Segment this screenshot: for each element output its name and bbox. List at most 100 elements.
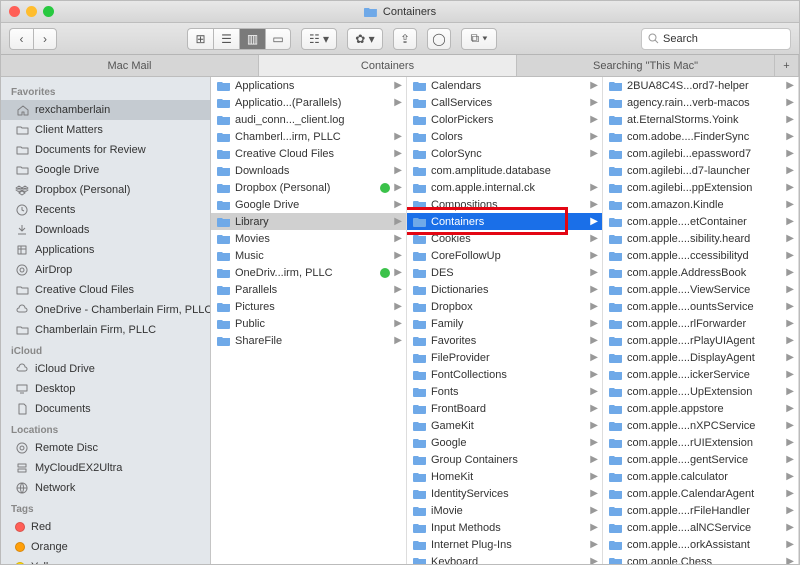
list-item[interactable]: Chamberl...irm, PLLC▶ — [211, 128, 406, 145]
column[interactable]: 2BUA8C4S...ord7-helper▶agency.rain...ver… — [603, 77, 799, 564]
sidebar-item[interactable]: iCloud Drive — [1, 359, 210, 379]
forward-button[interactable]: › — [33, 28, 57, 50]
sidebar-item[interactable]: Applications — [1, 240, 210, 260]
share-button[interactable]: ⇪ — [393, 28, 417, 50]
list-item[interactable]: com.apple....rFileHandler▶ — [603, 502, 798, 519]
list-item[interactable]: Music▶ — [211, 247, 406, 264]
tab[interactable]: Mac Mail — [1, 55, 259, 76]
sidebar-item[interactable]: Yellow — [1, 557, 210, 564]
column-view-button[interactable]: ▥ — [239, 28, 265, 50]
minimize-button[interactable] — [26, 6, 37, 17]
list-item[interactable]: Keyboard▶ — [407, 553, 602, 564]
list-item[interactable]: com.apple....nXPCService▶ — [603, 417, 798, 434]
list-item[interactable]: Dictionaries▶ — [407, 281, 602, 298]
list-item[interactable]: FontCollections▶ — [407, 366, 602, 383]
sidebar-item[interactable]: Client Matters — [1, 120, 210, 140]
list-item[interactable]: com.amazon.Kindle▶ — [603, 196, 798, 213]
list-item[interactable]: com.apple....rPlayUIAgent▶ — [603, 332, 798, 349]
list-item[interactable]: Applications▶ — [211, 77, 406, 94]
list-item[interactable]: CallServices▶ — [407, 94, 602, 111]
action-button[interactable]: ✿ ▾ — [347, 28, 383, 50]
list-item[interactable]: Compositions▶ — [407, 196, 602, 213]
list-item[interactable]: Cookies▶ — [407, 230, 602, 247]
sidebar-item[interactable]: Google Drive — [1, 160, 210, 180]
list-item[interactable]: OneDriv...irm, PLLC▶ — [211, 264, 406, 281]
sidebar-item[interactable]: Documents — [1, 399, 210, 419]
list-item[interactable]: com.apple....rlForwarder▶ — [603, 315, 798, 332]
list-item[interactable]: Creative Cloud Files▶ — [211, 145, 406, 162]
list-item[interactable]: com.apple.calculator▶ — [603, 468, 798, 485]
list-view-button[interactable]: ☰ — [213, 28, 239, 50]
tab[interactable]: Searching "This Mac" — [517, 55, 775, 76]
dropbox-button[interactable]: ⧉ ▾ — [461, 28, 497, 50]
list-item[interactable]: Pictures▶ — [211, 298, 406, 315]
list-item[interactable]: Containers▶ — [407, 213, 602, 230]
tags-button[interactable]: ◯ — [427, 28, 451, 50]
list-item[interactable]: Google Drive▶ — [211, 196, 406, 213]
list-item[interactable]: com.apple....gentService▶ — [603, 451, 798, 468]
list-item[interactable]: DES▶ — [407, 264, 602, 281]
list-item[interactable]: com.apple....orkAssistant▶ — [603, 536, 798, 553]
search-field[interactable]: Search — [641, 28, 791, 50]
list-item[interactable]: com.amplitude.database — [407, 162, 602, 179]
list-item[interactable]: HomeKit▶ — [407, 468, 602, 485]
sidebar-item[interactable]: Red — [1, 517, 210, 537]
list-item[interactable]: Library▶ — [211, 213, 406, 230]
sidebar-item[interactable]: MyCloudEX2Ultra — [1, 458, 210, 478]
list-item[interactable]: com.apple....ickerService▶ — [603, 366, 798, 383]
new-tab-button[interactable]: + — [775, 55, 799, 76]
list-item[interactable]: Favorites▶ — [407, 332, 602, 349]
list-item[interactable]: CoreFollowUp▶ — [407, 247, 602, 264]
list-item[interactable]: 2BUA8C4S...ord7-helper▶ — [603, 77, 798, 94]
column[interactable]: Applications▶Applicatio...(Parallels)▶au… — [211, 77, 407, 564]
sidebar-item[interactable]: Chamberlain Firm, PLLC — [1, 320, 210, 340]
list-item[interactable]: Movies▶ — [211, 230, 406, 247]
list-item[interactable]: FrontBoard▶ — [407, 400, 602, 417]
list-item[interactable]: com.apple....DisplayAgent▶ — [603, 349, 798, 366]
list-item[interactable]: Colors▶ — [407, 128, 602, 145]
list-item[interactable]: com.apple.appstore▶ — [603, 400, 798, 417]
sidebar-item[interactable]: Recents — [1, 200, 210, 220]
sidebar-item[interactable]: Network — [1, 478, 210, 498]
back-button[interactable]: ‹ — [9, 28, 33, 50]
list-item[interactable]: at.EternalStorms.Yoink▶ — [603, 111, 798, 128]
list-item[interactable]: com.apple.internal.ck▶ — [407, 179, 602, 196]
list-item[interactable]: Calendars▶ — [407, 77, 602, 94]
sidebar-item[interactable]: Remote Disc — [1, 438, 210, 458]
icon-view-button[interactable]: ⊞ — [187, 28, 213, 50]
sidebar-item[interactable]: AirDrop — [1, 260, 210, 280]
sidebar-item[interactable]: Downloads — [1, 220, 210, 240]
arrange-button[interactable]: ☷ ▾ — [301, 28, 337, 50]
list-item[interactable]: audi_conn..._client.log — [211, 111, 406, 128]
list-item[interactable]: com.agilebi...ppExtension▶ — [603, 179, 798, 196]
list-item[interactable]: FileProvider▶ — [407, 349, 602, 366]
sidebar-item[interactable]: rexchamberlain — [1, 100, 210, 120]
list-item[interactable]: com.apple....ccessibilityd▶ — [603, 247, 798, 264]
sidebar-item[interactable]: Orange — [1, 537, 210, 557]
list-item[interactable]: Public▶ — [211, 315, 406, 332]
list-item[interactable]: ColorPickers▶ — [407, 111, 602, 128]
list-item[interactable]: Internet Plug-Ins▶ — [407, 536, 602, 553]
list-item[interactable]: com.apple....ViewService▶ — [603, 281, 798, 298]
close-button[interactable] — [9, 6, 20, 17]
list-item[interactable]: com.apple....alNCService▶ — [603, 519, 798, 536]
list-item[interactable]: ShareFile▶ — [211, 332, 406, 349]
list-item[interactable]: com.apple.CalendarAgent▶ — [603, 485, 798, 502]
sidebar-item[interactable]: Documents for Review — [1, 140, 210, 160]
list-item[interactable]: Applicatio...(Parallels)▶ — [211, 94, 406, 111]
list-item[interactable]: com.apple.AddressBook▶ — [603, 264, 798, 281]
sidebar-item[interactable]: OneDrive - Chamberlain Firm, PLLC — [1, 300, 210, 320]
list-item[interactable]: Downloads▶ — [211, 162, 406, 179]
sidebar-item[interactable]: Dropbox (Personal) — [1, 180, 210, 200]
tab[interactable]: Containers — [259, 55, 517, 76]
list-item[interactable]: Input Methods▶ — [407, 519, 602, 536]
list-item[interactable]: Dropbox (Personal)▶ — [211, 179, 406, 196]
list-item[interactable]: ColorSync▶ — [407, 145, 602, 162]
list-item[interactable]: com.apple....etContainer▶ — [603, 213, 798, 230]
list-item[interactable]: GameKit▶ — [407, 417, 602, 434]
list-item[interactable]: Group Containers▶ — [407, 451, 602, 468]
list-item[interactable]: Fonts▶ — [407, 383, 602, 400]
list-item[interactable]: com.adobe....FinderSync▶ — [603, 128, 798, 145]
list-item[interactable]: IdentityServices▶ — [407, 485, 602, 502]
list-item[interactable]: Parallels▶ — [211, 281, 406, 298]
